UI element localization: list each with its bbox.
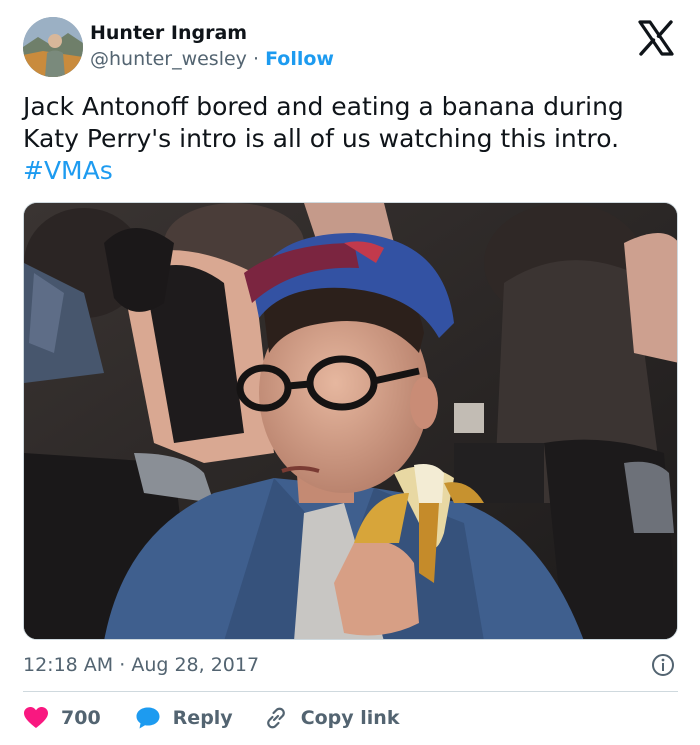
heart-icon	[24, 707, 48, 728]
tweet-actions: 700 Reply Copy link	[23, 704, 399, 732]
tweet-timestamp[interactable]: 12:18 AM · Aug 28, 2017	[23, 654, 259, 676]
tweet-time: 12:18 AM	[23, 654, 114, 676]
avatar[interactable]	[23, 17, 83, 77]
divider	[23, 691, 678, 692]
reply-label: Reply	[172, 707, 233, 729]
reply-button[interactable]: Reply	[135, 706, 233, 730]
tweet-date: Aug 28, 2017	[131, 654, 260, 676]
copy-link-button[interactable]: Copy link	[263, 705, 400, 731]
hashtag-link[interactable]: #VMAs	[23, 155, 673, 187]
tweet-media-image[interactable]	[23, 202, 678, 640]
timestamp-separator: ·	[119, 654, 126, 676]
media-illustration	[24, 203, 677, 639]
copy-link-label: Copy link	[300, 707, 400, 729]
link-icon	[266, 707, 285, 729]
like-button[interactable]: 700	[23, 706, 101, 730]
separator-dot: ·	[252, 48, 260, 70]
reply-bubble-icon	[136, 707, 160, 729]
author-name[interactable]: Hunter Ingram	[90, 22, 247, 44]
like-count: 700	[61, 707, 101, 729]
author-handle-row: @hunter_wesley · Follow	[90, 48, 334, 70]
x-logo-icon[interactable]	[636, 18, 676, 58]
tweet-text-line-1: Jack Antonoff bored and eating a banana …	[23, 92, 624, 121]
tweet-text-line-2: Katy Perry's intro is all of us watching…	[23, 124, 620, 153]
follow-button[interactable]: Follow	[265, 48, 334, 70]
avatar-image	[23, 17, 83, 77]
tweet-text: Jack Antonoff bored and eating a banana …	[23, 91, 673, 187]
author-handle[interactable]: @hunter_wesley	[90, 48, 247, 70]
info-icon[interactable]	[651, 653, 675, 677]
